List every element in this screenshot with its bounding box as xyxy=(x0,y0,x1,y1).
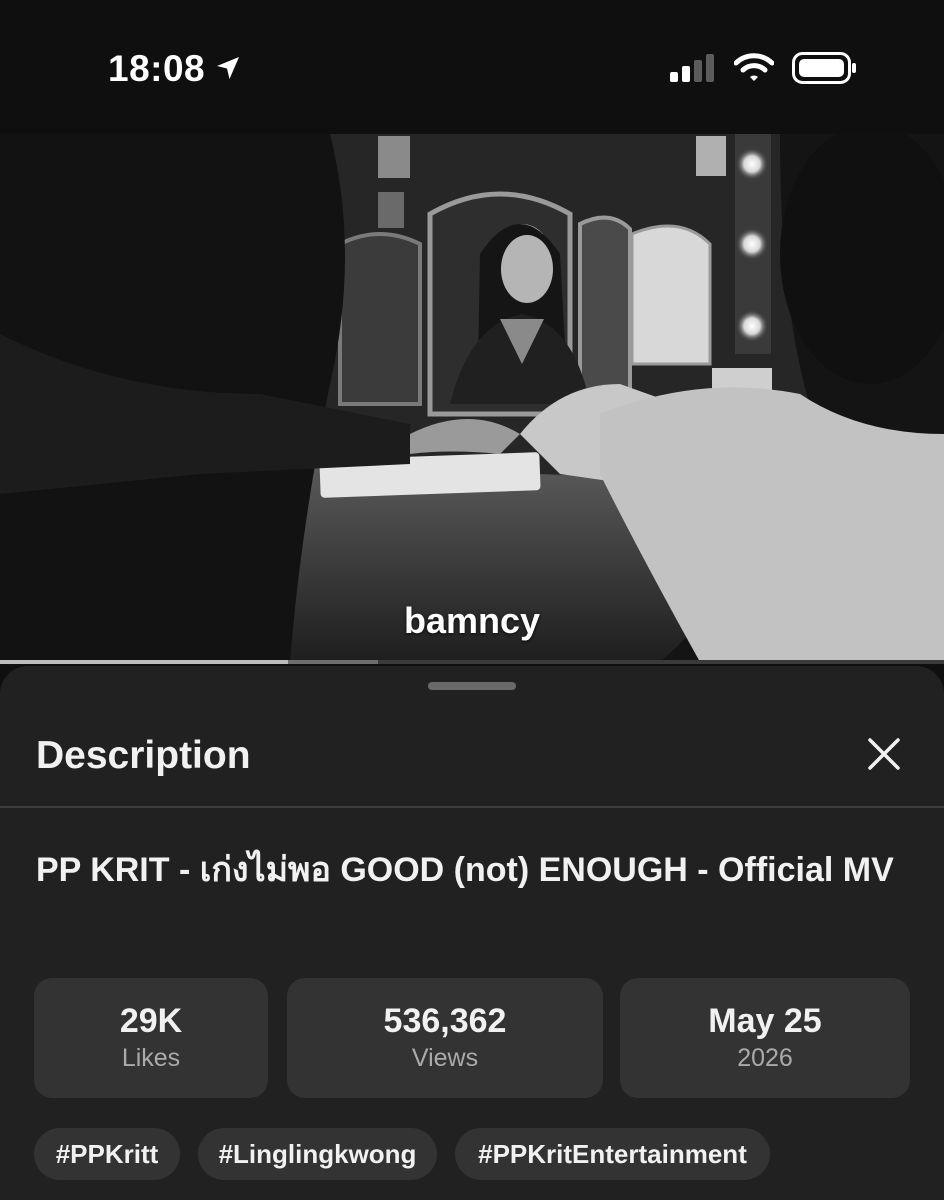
battery-icon xyxy=(792,52,858,89)
description-sheet: Description PP KRIT - เก่งไม่พอ GOOD (no… xyxy=(0,666,944,1200)
stats-row: 29K Likes 536,362 Views May 25 2026 xyxy=(34,978,910,1098)
likes-count: 29K xyxy=(119,1002,183,1040)
video-player[interactable]: bamncy xyxy=(0,134,944,662)
publish-date: May 25 xyxy=(708,1002,822,1040)
views-count: 536,362 xyxy=(383,1002,507,1040)
status-bar: 18:08 xyxy=(0,0,944,134)
views-label: Views xyxy=(411,1044,479,1072)
video-caption: bamncy xyxy=(403,600,541,641)
hashtag-chip[interactable]: #PPKritt xyxy=(34,1128,180,1180)
progress-played xyxy=(0,660,288,664)
hashtag-chip[interactable]: #Linglingkwong xyxy=(198,1128,437,1180)
hashtag-chip[interactable]: #PPKritEntertainment xyxy=(455,1128,770,1180)
status-icons xyxy=(670,52,858,89)
divider xyxy=(0,806,944,808)
sheet-title: Description xyxy=(36,734,251,777)
wifi-icon xyxy=(733,53,775,88)
drag-handle[interactable] xyxy=(428,682,516,690)
video-progress-bar[interactable] xyxy=(0,660,944,664)
video-frame xyxy=(0,134,944,662)
date-stat: May 25 2026 xyxy=(620,978,910,1098)
close-icon xyxy=(867,737,901,776)
clock: 18:08 xyxy=(108,48,206,89)
likes-stat: 29K Likes xyxy=(34,978,268,1098)
views-stat: 536,362 Views xyxy=(287,978,603,1098)
cellular-signal-icon xyxy=(670,54,716,87)
location-arrow-icon xyxy=(215,48,241,90)
publish-year: 2026 xyxy=(737,1044,793,1072)
likes-label: Likes xyxy=(121,1044,181,1072)
status-time: 18:08 xyxy=(108,48,241,90)
close-button[interactable] xyxy=(862,734,906,778)
video-title: PP KRIT - เก่งไม่พอ GOOD (not) ENOUGH - … xyxy=(36,851,894,889)
